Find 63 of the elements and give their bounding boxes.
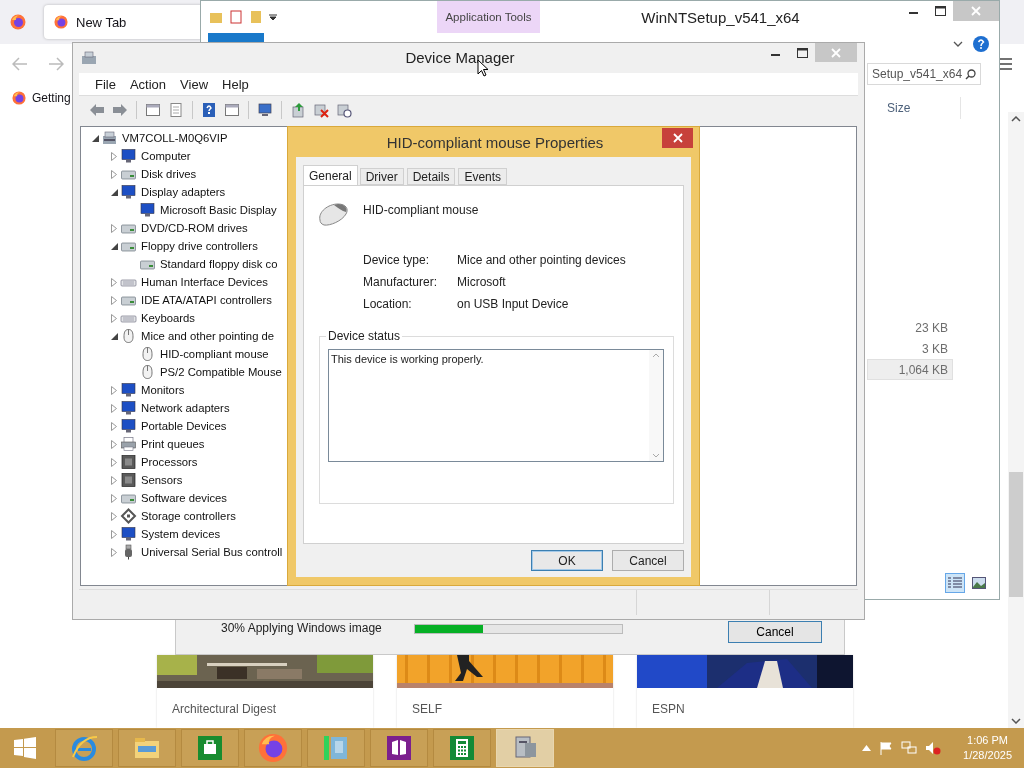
menu-item[interactable]: View	[174, 74, 215, 94]
property-label: Manufacturer:	[363, 275, 439, 289]
window-title: Device Manager	[404, 48, 516, 66]
tree-item[interactable]: Network adapters	[141, 402, 230, 414]
file-size-cell[interactable]: 1,064 KB	[867, 359, 953, 380]
tree-item[interactable]: Software devices	[141, 492, 228, 504]
menu-item[interactable]: Help	[216, 74, 255, 94]
context-tab-label: Application Tools	[437, 1, 540, 33]
column-header[interactable]: Size	[867, 97, 961, 119]
tab[interactable]: Details	[406, 168, 456, 185]
tree-item[interactable]: Keyboards	[141, 312, 195, 324]
tree-item[interactable]: VM7COLL-M0Q6VIP	[122, 132, 228, 144]
tab[interactable]: General	[303, 165, 358, 185]
site-card[interactable]: Architectural Digest	[157, 655, 373, 728]
device-name: HID-compliant mouse	[363, 203, 479, 217]
site-card[interactable]: SELF	[397, 655, 613, 728]
clock-time: 1:06 PM	[967, 733, 1008, 748]
tree-item[interactable]: Processors	[141, 456, 198, 468]
dialog-title: HID-compliant mouse Properties	[385, 133, 605, 151]
tab[interactable]: Driver	[359, 168, 404, 185]
property-value: on USB Input Device	[457, 297, 570, 311]
tree-item[interactable]: Display adapters	[141, 186, 226, 198]
dialog-button[interactable]: Cancel	[612, 550, 684, 571]
tree-item[interactable]: Monitors	[141, 384, 185, 396]
tree-item[interactable]: Mice and other pointing de	[141, 330, 275, 342]
menu-item[interactable]: Action	[123, 74, 173, 94]
tree-item[interactable]: Computer	[141, 150, 191, 162]
window-title: WinNTSetup_v541_x64	[640, 7, 801, 28]
tree-item[interactable]: System devices	[141, 528, 221, 540]
property-value: Mice and other pointing devices	[457, 253, 627, 267]
property-label: Device type:	[363, 253, 431, 267]
file-size-cell[interactable]: 23 KB	[867, 317, 953, 338]
tree-item[interactable]: PS/2 Compatible Mouse	[160, 366, 282, 378]
tree-item[interactable]: DVD/CD-ROM drives	[141, 222, 248, 234]
file-size-cell[interactable]: 3 KB	[867, 338, 953, 359]
tree-item[interactable]: Floppy drive controllers	[141, 240, 258, 252]
tree-item[interactable]: Sensors	[141, 474, 183, 486]
tree-item[interactable]: Print queues	[141, 438, 205, 450]
tree-item[interactable]: Universal Serial Bus controll	[141, 546, 283, 558]
tree-item[interactable]: Human Interface Devices	[141, 276, 268, 288]
tree-item[interactable]: HID-compliant mouse	[160, 348, 269, 360]
card-title: SELF	[411, 701, 443, 716]
search-field[interactable]: Setup_v541_x64	[867, 63, 981, 85]
clock-date: 1/28/2025	[963, 748, 1012, 763]
card-title: ESPN	[651, 701, 686, 716]
property-label: Location:	[363, 297, 413, 311]
tree-item[interactable]: IDE ATA/ATAPI controllers	[141, 294, 272, 306]
tree-item[interactable]: Standard floppy disk co	[160, 258, 278, 270]
dialog-button[interactable]: OK	[531, 550, 603, 571]
progress-text: 30% Applying Windows image	[221, 621, 383, 635]
property-value: Microsoft	[457, 275, 507, 289]
tree-item[interactable]: Disk drives	[141, 168, 197, 180]
tree-item[interactable]: Microsoft Basic Display	[160, 204, 277, 216]
cancel-button[interactable]: Cancel	[728, 621, 822, 643]
menu-item[interactable]: File	[89, 74, 122, 94]
bookmark-link[interactable]: Getting	[12, 91, 71, 105]
group-label: Device status	[326, 329, 403, 343]
status-text: This device is working properly.	[330, 352, 485, 367]
tree-item[interactable]: Portable Devices	[141, 420, 227, 432]
site-card[interactable]: ESPN	[637, 655, 853, 728]
tree-item[interactable]: Storage controllers	[141, 510, 236, 522]
tab[interactable]: Events	[458, 168, 508, 185]
card-title: Architectural Digest	[171, 701, 278, 716]
